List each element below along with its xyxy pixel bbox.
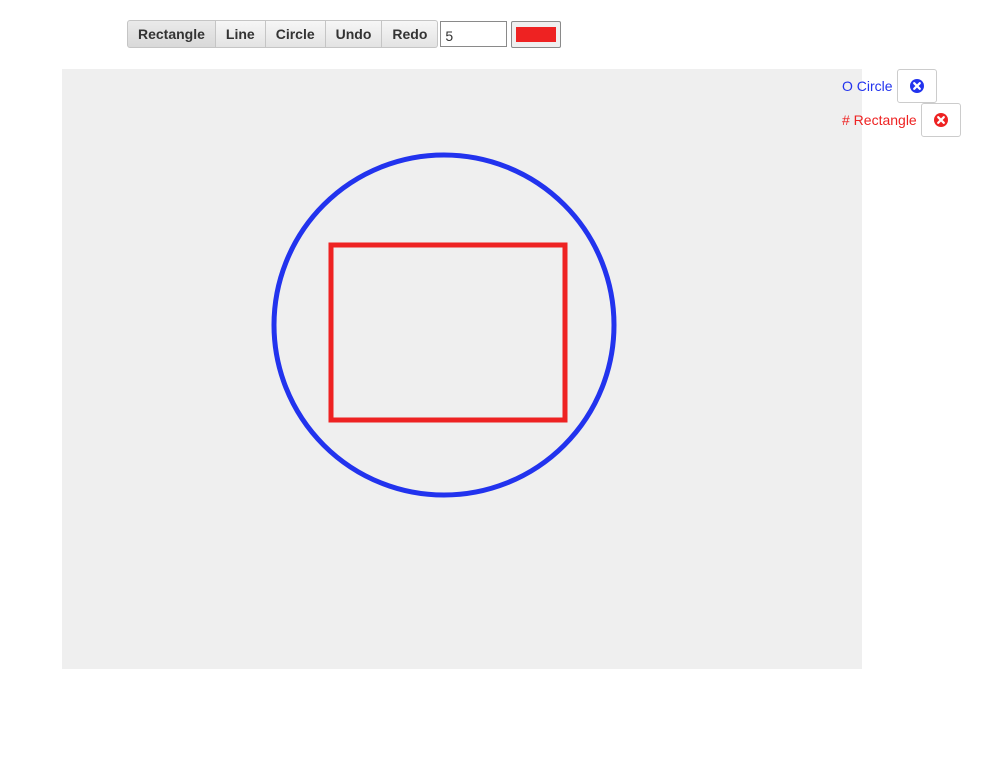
layer-label-rectangle: # Rectangle xyxy=(842,112,917,128)
redo-button[interactable]: Redo xyxy=(382,20,439,48)
rectangle-tool-button[interactable]: Rectangle xyxy=(127,20,216,48)
layer-label-circle: O Circle xyxy=(842,78,893,94)
delete-circle-button[interactable] xyxy=(896,69,937,103)
undo-button[interactable]: Undo xyxy=(325,20,383,48)
remove-circle-icon xyxy=(933,113,948,127)
stroke-color-picker[interactable] xyxy=(511,20,562,48)
rectangle-shape xyxy=(328,242,568,423)
remove-circle-icon xyxy=(909,79,924,93)
canvas-shapes xyxy=(271,152,617,498)
stroke-width-input[interactable] xyxy=(440,21,508,47)
tool-button-group: Rectangle Line Circle Undo Redo xyxy=(127,20,439,48)
delete-rectangle-button[interactable] xyxy=(920,103,961,137)
drawing-canvas[interactable] xyxy=(62,69,862,669)
line-tool-button[interactable]: Line xyxy=(215,20,266,48)
color-swatch xyxy=(516,26,557,42)
layer-item-circle: O Circle xyxy=(842,69,937,103)
layer-item-rectangle: # Rectangle xyxy=(842,103,961,137)
toolbar: Rectangle Line Circle Undo Redo xyxy=(127,20,562,48)
circle-tool-button[interactable]: Circle xyxy=(265,20,326,48)
